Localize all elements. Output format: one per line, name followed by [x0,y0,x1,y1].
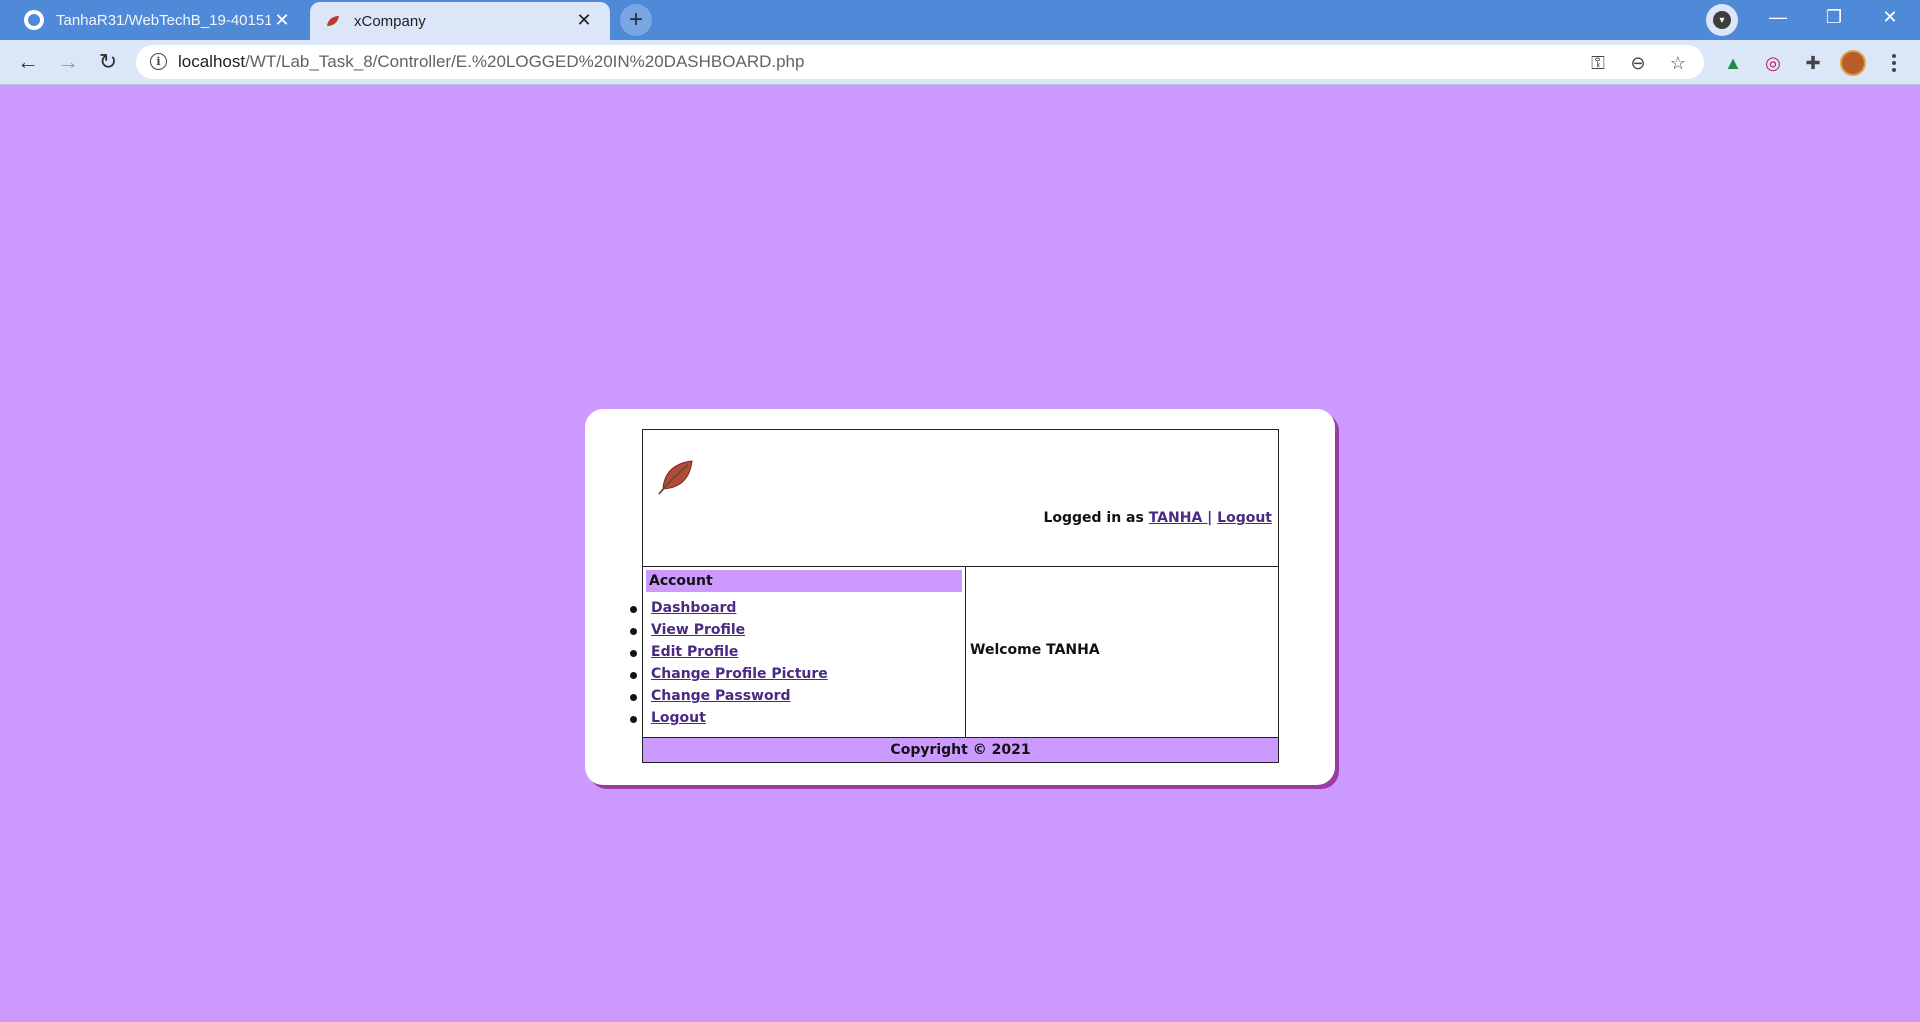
sidebar-item-dashboard: Dashboard [630,600,963,622]
star-icon[interactable]: ☆ [1666,51,1690,75]
github-icon [24,10,44,30]
tab-title: TanhaR31/WebTechB_19-40151-1 [56,11,271,29]
url-host: localhost [178,52,246,71]
sidebar-title: Account [646,570,962,592]
browser-titlebar: TanhaR31/WebTechB_19-40151-1 ✕ xCompany … [0,0,1920,40]
url-path: /WT/Lab_Task_8/Controller/E.%20LOGGED%20… [245,52,805,71]
new-tab-button[interactable]: + [620,4,652,36]
leaf-logo-icon [658,460,693,495]
puzzle-icon[interactable]: ✚ [1800,50,1826,76]
account-menu: Dashboard View Profile Edit Profile Chan… [630,600,963,732]
zoom-icon[interactable]: ⊖ [1626,51,1650,75]
close-window-button[interactable]: ✕ [1862,0,1918,34]
menu-icon[interactable] [1882,50,1906,76]
edit-profile-link[interactable]: Edit Profile [651,644,738,660]
sidebar-item-edit-profile: Edit Profile [630,644,963,666]
tab-title: xCompany [354,12,426,30]
change-password-link[interactable]: Change Password [651,688,791,704]
change-profile-picture-link[interactable]: Change Profile Picture [651,666,828,682]
browser-toolbar: ← → ↻ i localhost/WT/Lab_Task_8/Controll… [0,40,1920,85]
minimize-button[interactable]: — [1750,0,1806,34]
welcome-message: Welcome TANHA [970,642,1100,658]
page-footer: Copyright © 2021 [643,737,1278,762]
back-button[interactable]: ← [12,46,44,78]
dashboard-link[interactable]: Dashboard [651,600,736,616]
view-profile-link[interactable]: View Profile [651,622,745,638]
extension-icon[interactable]: ◎ [1760,50,1786,76]
info-icon[interactable]: i [150,53,167,70]
dashboard-card: Logged in as TANHA | Logout Account Dash… [585,409,1335,785]
username-link[interactable]: TANHA | [1149,510,1213,526]
forward-button[interactable]: → [52,46,84,78]
close-icon[interactable]: ✕ [270,8,294,32]
sidebar-item-change-password: Change Password [630,688,963,710]
sidebar-item-change-picture: Change Profile Picture [630,666,963,688]
key-icon[interactable]: ⚿ [1586,51,1610,75]
avatar[interactable] [1840,50,1866,76]
tab-github[interactable]: TanhaR31/WebTechB_19-40151-1 ✕ [10,0,308,40]
close-icon[interactable]: ✕ [572,8,596,32]
drive-icon[interactable]: ▲ [1720,50,1746,76]
header-logout-link[interactable]: Logout [1217,510,1272,526]
account-sidebar: Account Dashboard View Profile Edit Prof… [630,567,966,737]
url-text: localhost/WT/Lab_Task_8/Controller/E.%20… [178,52,804,72]
reload-button[interactable]: ↻ [92,46,124,78]
tab-xcompany[interactable]: xCompany ✕ [310,2,610,40]
sidebar-logout-link[interactable]: Logout [651,710,706,726]
login-status: Logged in as TANHA | Logout [1043,510,1272,526]
page-header: Logged in as TANHA | Logout [643,430,1278,567]
main-content: Welcome TANHA [966,567,1278,737]
chevron-down-icon: ▾ [1713,11,1731,29]
tab-search-button[interactable]: ▾ [1706,4,1738,36]
restore-button[interactable]: ❐ [1806,0,1862,34]
leaf-icon [327,16,339,26]
layout-table: Logged in as TANHA | Logout Account Dash… [630,429,1279,763]
sidebar-item-view-profile: View Profile [630,622,963,644]
sidebar-item-logout: Logout [630,710,963,732]
address-bar[interactable]: i localhost/WT/Lab_Task_8/Controller/E.%… [136,45,1704,79]
login-prefix: Logged in as [1043,510,1144,526]
